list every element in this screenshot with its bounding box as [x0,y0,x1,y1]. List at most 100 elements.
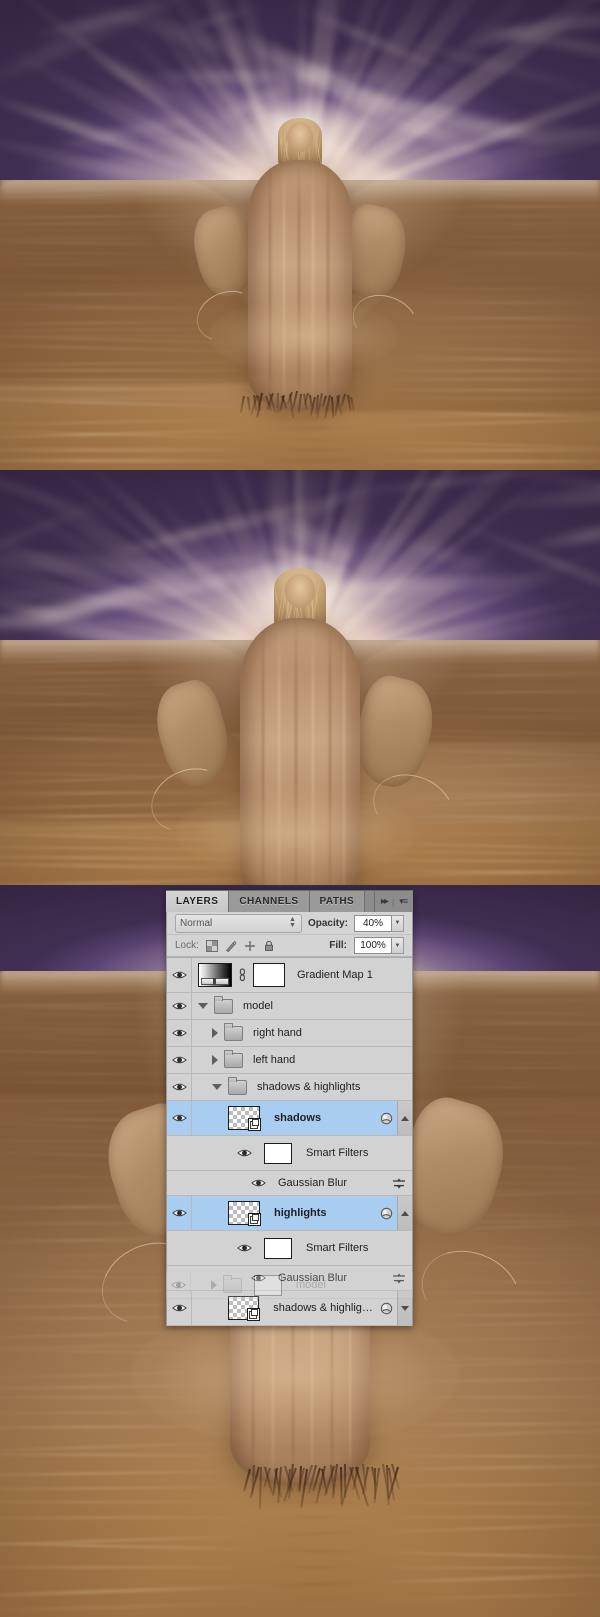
smart-object-indicator-icon[interactable] [380,1112,393,1125]
disclosure-triangle-right-icon[interactable] [212,1055,218,1065]
lock-row[interactable]: Lock: Fill: 100% ▼ [167,935,412,957]
scroll-down-arrow-icon[interactable] [401,1305,409,1311]
smart-filter-mask-thumbnail[interactable] [264,1237,292,1259]
gradient-map-thumbnail[interactable] [198,963,232,987]
layer-row-content[interactable]: left hand [192,1047,412,1073]
tab-paths-label: PATHS [319,896,355,907]
visibility-cell[interactable] [167,1020,192,1046]
filter-blending-options-icon[interactable] [392,1178,406,1189]
eye-icon[interactable] [237,1148,252,1158]
layer-row-content[interactable]: Gradient Map 1 [192,958,412,992]
eye-icon[interactable] [171,970,187,980]
layer-row-content[interactable]: highlights [192,1196,397,1230]
layer-row-content[interactable]: Gaussian Blur [191,1266,412,1290]
layer-row-shadows-highlights-group[interactable]: shadows & highlights [167,1074,412,1101]
layer-row-right [380,1196,397,1230]
smart-object-indicator-icon[interactable] [380,1207,393,1220]
layer-row-content[interactable]: Smart Filters [191,1136,412,1170]
link-icon[interactable] [238,968,247,982]
layer-row-smart-filters-highlights[interactable]: Smart Filters [167,1231,412,1266]
eye-icon[interactable] [171,1303,187,1313]
layer-list-scrollbar-down[interactable] [397,1291,412,1325]
eye-icon[interactable] [171,1055,187,1065]
blend-mode-select[interactable]: Normal ▲ ▼ [175,913,302,933]
collapse-panel-icon[interactable]: ▸▸ [381,896,389,907]
layer-row-model-group[interactable]: model [167,993,412,1020]
eye-icon[interactable] [237,1243,252,1253]
lock-position-icon[interactable] [244,940,256,952]
layer-row-smart-filters-shadows[interactable]: Smart Filters [167,1136,412,1171]
eye-icon[interactable] [251,1273,266,1283]
visibility-cell[interactable] [167,993,192,1019]
visibility-cell[interactable] [167,1047,192,1073]
visibility-cell[interactable] [167,1101,192,1135]
visibility-cell[interactable] [167,958,192,992]
layer-list-scrollbar-up[interactable] [397,1196,412,1230]
layer-row-shadows-highlights-object[interactable]: shadows & highlights [167,1291,412,1326]
tab-paths[interactable]: PATHS [309,891,366,912]
eye-icon[interactable] [171,1113,187,1123]
scroll-up-arrow-icon[interactable] [401,1210,409,1216]
figure-head [285,574,315,608]
disclosure-triangle-right-icon[interactable] [212,1028,218,1038]
layer-row-content[interactable]: Smart Filters [191,1231,412,1265]
layer-row-content[interactable]: shadows [192,1101,397,1135]
blend-mode-row[interactable]: Normal ▲ ▼ Opacity: 40% ▼ [167,912,412,935]
layer-row-content[interactable]: model [192,993,412,1019]
visibility-cell[interactable] [167,1074,192,1100]
opacity-label: Opacity: [307,917,348,929]
header-separator: | [391,896,395,907]
opacity-field-wrap[interactable]: 40% ▼ [354,914,404,932]
layer-row-content[interactable]: Gaussian Blur [191,1171,412,1195]
lock-transparent-pixels-icon[interactable] [205,939,218,952]
transparent-checker-thumbnail[interactable] [228,1296,261,1321]
fill-dropdown-icon[interactable]: ▼ [392,937,404,954]
layer-list-scrollbar-up[interactable] [397,1101,412,1135]
layer-row-left-hand[interactable]: left hand [167,1047,412,1074]
eye-icon[interactable] [171,1028,187,1038]
layer-list[interactable]: Gradient Map 1 model right hand left han… [167,957,412,1326]
tab-channels[interactable]: CHANNELS [229,891,310,912]
opacity-input[interactable]: 40% [354,914,392,932]
eye-icon[interactable] [171,1001,187,1011]
opacity-dropdown-icon[interactable]: ▼ [392,914,404,932]
dust-cloud [130,1305,460,1445]
lock-all-icon[interactable] [263,940,275,952]
filter-blending-options-icon[interactable] [392,1273,406,1284]
layer-row-content[interactable]: shadows & highlights [192,1291,397,1325]
layer-row-gradient-map-1[interactable]: Gradient Map 1 [167,958,412,993]
layer-name: shadows [274,1112,322,1124]
fill-field-wrap[interactable]: 100% ▼ [354,937,404,954]
smart-object-indicator-icon[interactable] [380,1302,393,1315]
layer-row-gaussian-blur-shadows[interactable]: Gaussian Blur [167,1171,412,1196]
tab-layers[interactable]: LAYERS [166,891,230,912]
transparent-checker-thumbnail[interactable] [228,1201,261,1226]
eye-icon[interactable] [171,1208,187,1218]
layer-name: Gradient Map 1 [297,969,373,981]
layer-row-highlights[interactable]: highlights [167,1196,412,1231]
visibility-cell[interactable] [167,1291,192,1325]
visibility-cell[interactable] [167,1196,192,1230]
eye-icon[interactable] [251,1178,266,1188]
scroll-up-arrow-icon[interactable] [401,1115,409,1121]
eye-icon[interactable] [171,1082,187,1092]
panel-tab-bar[interactable]: LAYERS CHANNELS PATHS ▸▸ | ▾≡ [166,890,413,912]
layer-row-gaussian-blur-highlights[interactable]: Gaussian Blur [167,1266,412,1291]
layer-mask-thumbnail[interactable] [253,963,285,987]
disclosure-triangle-down-icon[interactable] [212,1084,222,1090]
panel-header-buttons[interactable]: ▸▸ | ▾≡ [374,891,413,912]
transparent-checker-thumbnail[interactable] [228,1106,261,1131]
layer-name: Smart Filters [306,1147,369,1159]
layer-row-right-hand[interactable]: right hand [167,1020,412,1047]
smart-filter-mask-thumbnail[interactable] [264,1142,292,1164]
layer-row-shadows[interactable]: shadows [167,1101,412,1136]
layer-row-content[interactable]: shadows & highlights [192,1074,412,1100]
lock-image-pixels-icon[interactable] [225,940,237,952]
fringe-strand [239,395,244,413]
disclosure-triangle-down-icon[interactable] [198,1003,208,1009]
layers-panel[interactable]: LAYERS CHANNELS PATHS ▸▸ | ▾≡ Normal ▲ ▼ … [166,890,413,1326]
figure-head [287,122,313,152]
panel-menu-icon[interactable]: ▾≡ [399,896,408,907]
layer-row-content[interactable]: right hand [192,1020,412,1046]
fill-input[interactable]: 100% [354,937,392,954]
